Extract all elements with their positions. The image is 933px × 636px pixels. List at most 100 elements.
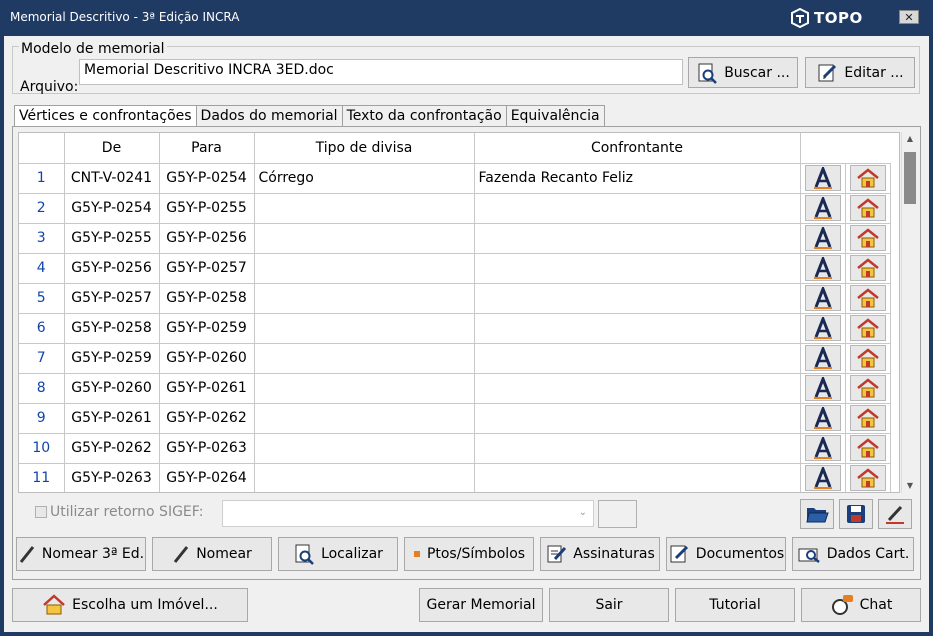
cell-confrontante[interactable] (474, 463, 801, 492)
cell-confrontante[interactable] (474, 313, 801, 344)
table-row[interactable]: 10 G5Y-P-0262 G5Y-P-0263 (19, 433, 891, 464)
cell-tipo-divisa[interactable] (254, 253, 475, 284)
tab-vertices[interactable]: Vértices e confrontações (14, 105, 197, 127)
cell-tipo-divisa[interactable] (254, 433, 475, 464)
cell-confrontante[interactable] (474, 193, 801, 224)
table-row[interactable]: 5 G5Y-P-0257 G5Y-P-0258 (19, 283, 891, 314)
cell-confrontante[interactable] (474, 223, 801, 254)
gerar-memorial-button[interactable]: Gerar Memorial (419, 588, 543, 622)
cell-tipo-divisa[interactable] (254, 283, 475, 314)
ptos-simbolos-button[interactable]: Ptos/Símbolos (404, 537, 534, 571)
scroll-thumb[interactable] (904, 152, 916, 204)
scroll-down-icon[interactable]: ▼ (902, 479, 918, 493)
cell-tipo-divisa[interactable] (254, 403, 475, 434)
tutorial-button[interactable]: Tutorial (675, 588, 795, 622)
cell-de[interactable]: G5Y-P-0260 (64, 373, 160, 404)
table-row[interactable]: 11 G5Y-P-0263 G5Y-P-0264 (19, 463, 891, 492)
col-header-para[interactable]: Para (159, 133, 255, 164)
save-button[interactable] (839, 499, 873, 529)
scroll-up-icon[interactable]: ▲ (902, 132, 918, 146)
row-imovel-button[interactable] (849, 345, 886, 371)
cell-de[interactable]: G5Y-P-0257 (64, 283, 160, 314)
col-header-confrontante[interactable]: Confrontante (474, 133, 801, 164)
cell-confrontante[interactable] (474, 373, 801, 404)
grid-scrollbar[interactable]: ▲ ▼ (901, 132, 917, 493)
row-text-button[interactable] (804, 375, 841, 401)
arquivo-field[interactable]: Memorial Descritivo INCRA 3ED.doc (79, 59, 683, 85)
cell-confrontante[interactable] (474, 433, 801, 464)
cell-tipo-divisa[interactable]: Córrego (254, 163, 475, 194)
cell-confrontante[interactable] (474, 253, 801, 284)
row-text-button[interactable] (804, 345, 841, 371)
cell-para[interactable]: G5Y-P-0257 (159, 253, 255, 284)
cell-para[interactable]: G5Y-P-0256 (159, 223, 255, 254)
cell-para[interactable]: G5Y-P-0263 (159, 433, 255, 464)
sair-button[interactable]: Sair (549, 588, 669, 622)
cell-confrontante[interactable] (474, 343, 801, 374)
row-imovel-button[interactable] (849, 225, 886, 251)
cell-de[interactable]: G5Y-P-0254 (64, 193, 160, 224)
row-text-button[interactable] (804, 165, 841, 191)
cell-para[interactable]: G5Y-P-0264 (159, 463, 255, 492)
row-text-button[interactable] (804, 255, 841, 281)
cell-tipo-divisa[interactable] (254, 343, 475, 374)
row-imovel-button[interactable] (849, 255, 886, 281)
cell-para[interactable]: G5Y-P-0255 (159, 193, 255, 224)
row-text-button[interactable] (804, 465, 841, 491)
row-text-button[interactable] (804, 315, 841, 341)
documentos-button[interactable]: Documentos (666, 537, 786, 571)
table-row[interactable]: 4 G5Y-P-0256 G5Y-P-0257 (19, 253, 891, 284)
cell-confrontante[interactable] (474, 283, 801, 314)
cell-para[interactable]: G5Y-P-0259 (159, 313, 255, 344)
row-imovel-button[interactable] (849, 285, 886, 311)
nomear-button[interactable]: Nomear (152, 537, 272, 571)
table-row[interactable]: 3 G5Y-P-0255 G5Y-P-0256 (19, 223, 891, 254)
cell-de[interactable]: G5Y-P-0255 (64, 223, 160, 254)
row-imovel-button[interactable] (849, 375, 886, 401)
cell-para[interactable]: G5Y-P-0258 (159, 283, 255, 314)
close-button[interactable]: ✕ (899, 10, 919, 24)
clear-button[interactable] (878, 499, 912, 529)
tab-texto-confrontacao[interactable]: Texto da confrontação (341, 105, 507, 126)
row-imovel-button[interactable] (849, 435, 886, 461)
cell-de[interactable]: G5Y-P-0261 (64, 403, 160, 434)
assinaturas-button[interactable]: Assinaturas (540, 537, 660, 571)
cell-para[interactable]: G5Y-P-0260 (159, 343, 255, 374)
tab-equivalencia[interactable]: Equivalência (505, 105, 605, 126)
table-row[interactable]: 6 G5Y-P-0258 G5Y-P-0259 (19, 313, 891, 344)
row-text-button[interactable] (804, 195, 841, 221)
row-text-button[interactable] (804, 435, 841, 461)
sigef-select[interactable]: ⌄ (222, 500, 594, 527)
table-row[interactable]: 7 G5Y-P-0259 G5Y-P-0260 (19, 343, 891, 374)
cell-de[interactable]: G5Y-P-0262 (64, 433, 160, 464)
row-imovel-button[interactable] (849, 165, 886, 191)
row-imovel-button[interactable] (849, 405, 886, 431)
buscar-button[interactable]: Buscar ... (688, 57, 798, 88)
dados-cart-button[interactable]: Dados Cart. (792, 537, 914, 571)
table-row[interactable]: 9 G5Y-P-0261 G5Y-P-0262 (19, 403, 891, 434)
cell-tipo-divisa[interactable] (254, 313, 475, 344)
chat-button[interactable]: Chat (801, 588, 921, 622)
row-text-button[interactable] (804, 285, 841, 311)
row-imovel-button[interactable] (849, 465, 886, 491)
sigef-color-box[interactable] (598, 500, 637, 528)
table-row[interactable]: 1 CNT-V-0241 G5Y-P-0254 Córrego Fazenda Reca… (19, 163, 891, 194)
escolha-imovel-button[interactable]: Escolha um Imóvel... (12, 588, 248, 622)
cell-tipo-divisa[interactable] (254, 223, 475, 254)
open-folder-button[interactable] (800, 499, 834, 529)
cell-de[interactable]: G5Y-P-0259 (64, 343, 160, 374)
nomear-3ed-button[interactable]: Nomear 3ª Ed. (16, 537, 146, 571)
cell-tipo-divisa[interactable] (254, 193, 475, 224)
row-text-button[interactable] (804, 225, 841, 251)
cell-para[interactable]: G5Y-P-0261 (159, 373, 255, 404)
row-imovel-button[interactable] (849, 315, 886, 341)
cell-para[interactable]: G5Y-P-0254 (159, 163, 255, 194)
cell-de[interactable]: G5Y-P-0258 (64, 313, 160, 344)
cell-para[interactable]: G5Y-P-0262 (159, 403, 255, 434)
editar-button[interactable]: Editar ... (805, 57, 915, 88)
sigef-checkbox-box[interactable] (35, 506, 47, 518)
cell-de[interactable]: G5Y-P-0263 (64, 463, 160, 492)
cell-confrontante[interactable] (474, 403, 801, 434)
table-row[interactable]: 8 G5Y-P-0260 G5Y-P-0261 (19, 373, 891, 404)
col-header-tipo[interactable]: Tipo de divisa (254, 133, 475, 164)
